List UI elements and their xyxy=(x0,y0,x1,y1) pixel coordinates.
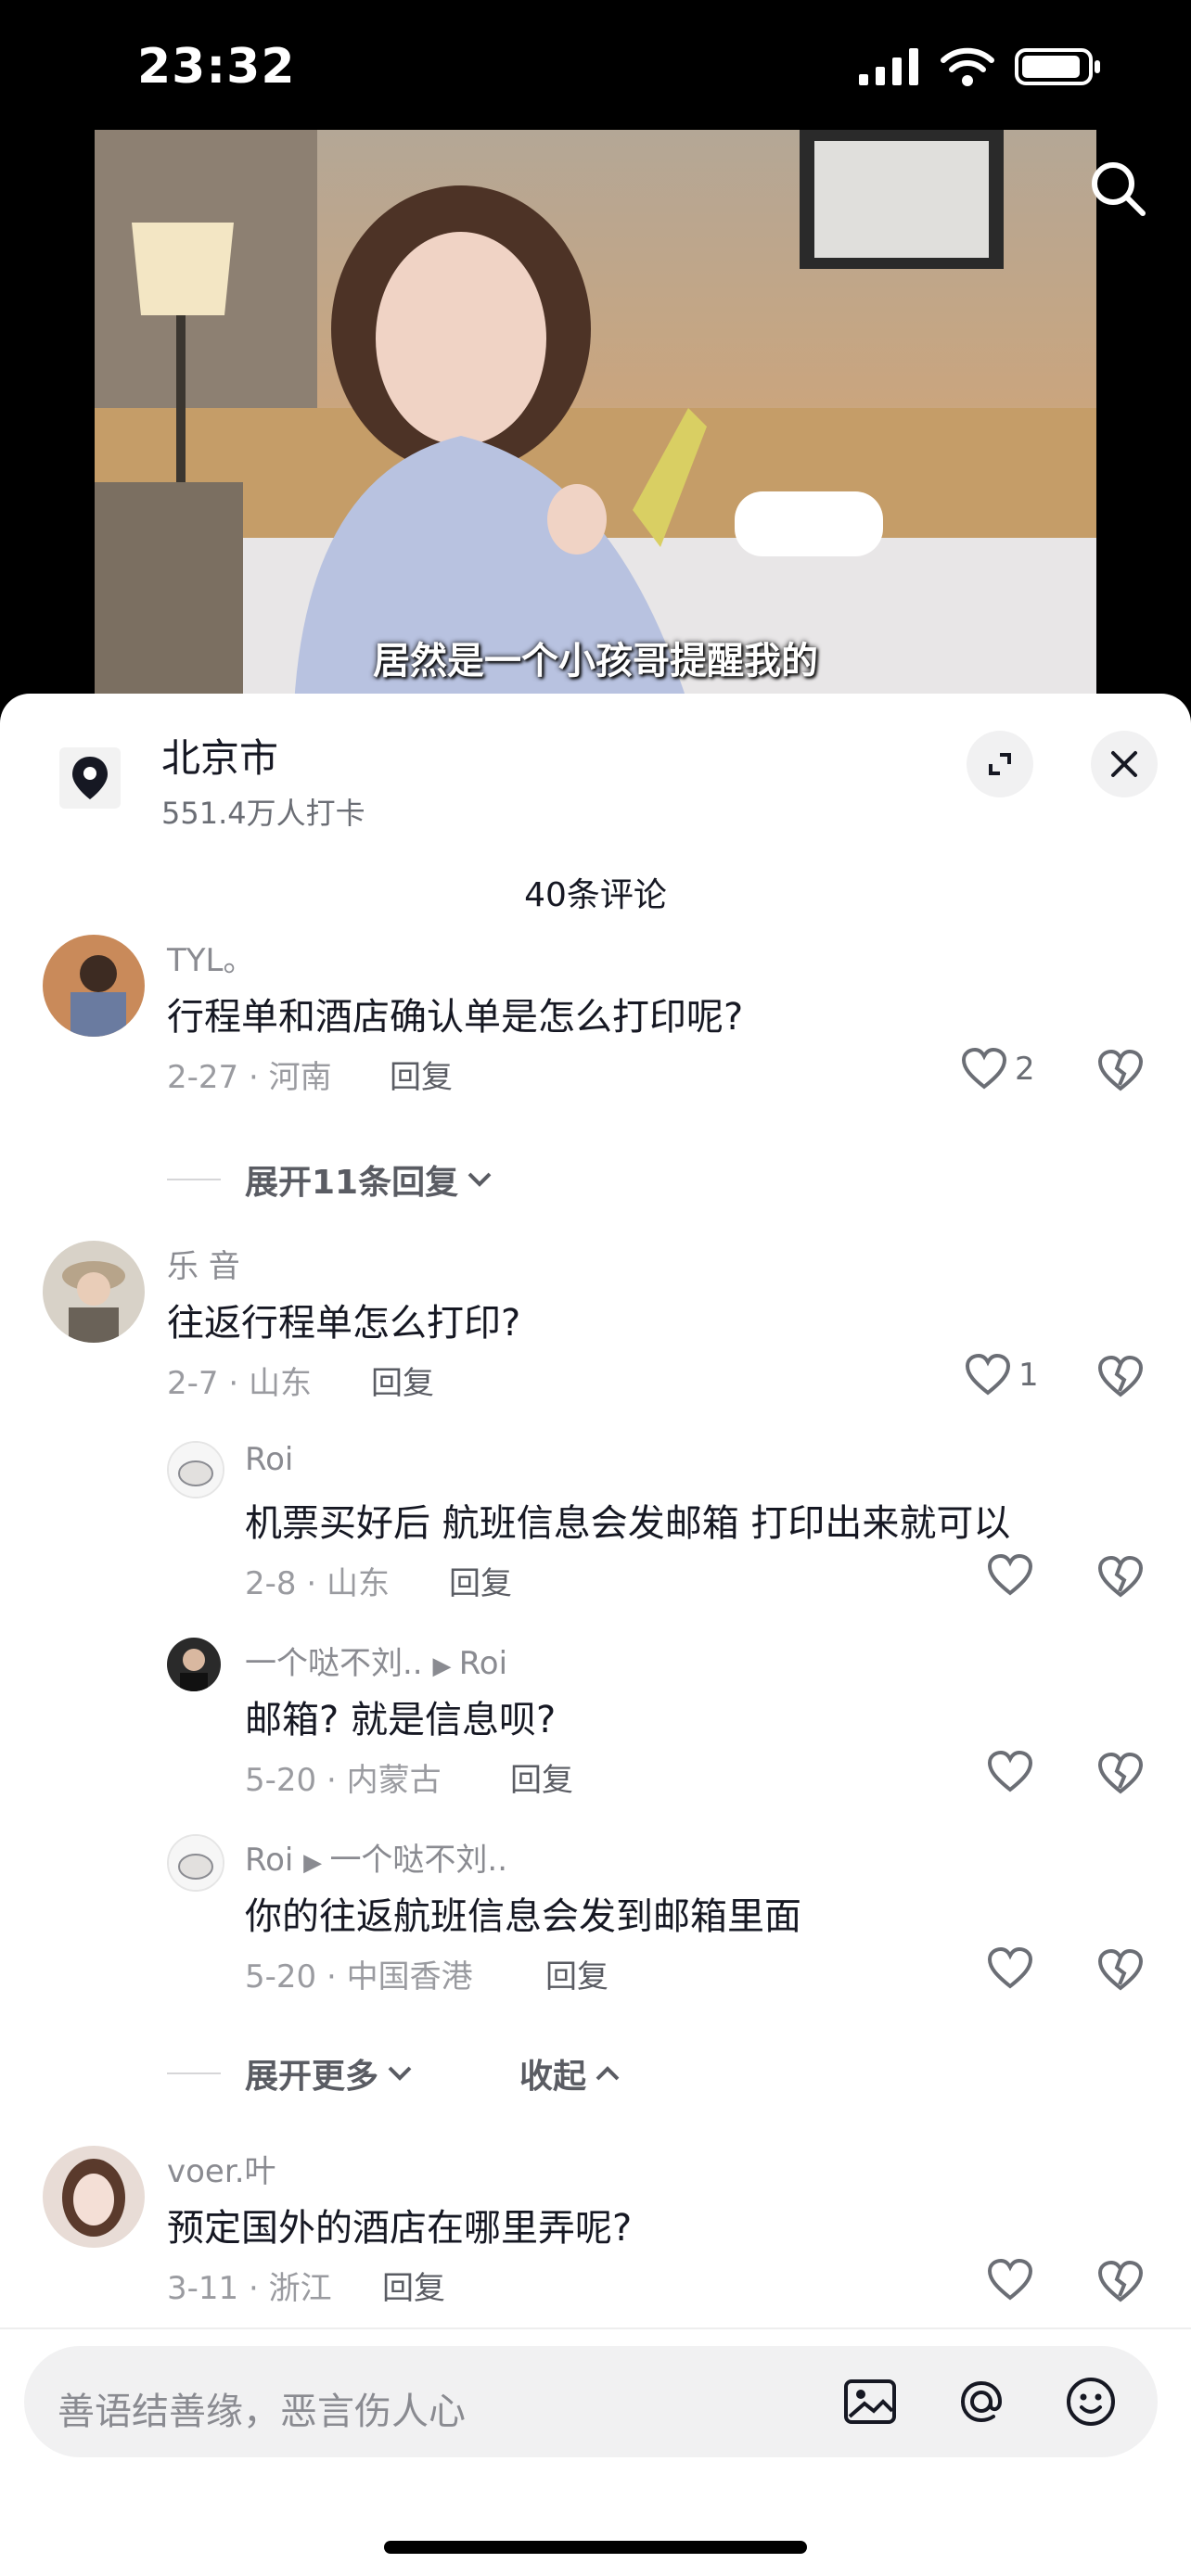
emoji-icon[interactable] xyxy=(1061,2372,1121,2431)
comment-username[interactable]: 一个哒不刘.. ▶ Roi xyxy=(245,1638,507,1683)
avatar[interactable] xyxy=(167,1441,224,1498)
expand-icon[interactable] xyxy=(967,731,1033,797)
divider xyxy=(167,1179,221,1180)
expand-more-button[interactable]: 展开更多 xyxy=(167,2049,414,2098)
reply-button[interactable]: 回复 xyxy=(449,1558,512,1603)
video-scene-image xyxy=(95,130,1096,705)
image-icon[interactable] xyxy=(840,2372,900,2431)
close-icon[interactable] xyxy=(1091,731,1158,797)
like-button[interactable] xyxy=(987,1554,1033,1597)
reply-target: Roi xyxy=(458,1645,508,1682)
reply-button[interactable]: 回复 xyxy=(382,2263,445,2308)
location-checkins: 551.4万人打卡 xyxy=(161,796,365,831)
broken-heart-icon[interactable] xyxy=(1096,1751,1145,1799)
avatar[interactable] xyxy=(43,935,145,1037)
broken-heart-icon[interactable] xyxy=(1096,1354,1145,1402)
reply-author: 一个哒不刘.. xyxy=(245,1645,423,1682)
comment-meta: 2-7 · 山东 xyxy=(167,1365,312,1402)
comment-text: 行程单和酒店确认单是怎么打印呢? xyxy=(167,996,744,1039)
expand-replies-label: 展开11条回复 xyxy=(245,1164,459,1202)
comment-meta: 2-27 · 河南 xyxy=(167,1059,332,1096)
at-mention-icon[interactable] xyxy=(952,2372,1011,2431)
comment-input[interactable]: 善语结善缘，恶言伤人心 xyxy=(24,2346,1158,2457)
comment-input-placeholder: 善语结善缘，恶言伤人心 xyxy=(58,2391,466,2433)
comment-text: 预定国外的酒店在哪里弄呢? xyxy=(167,2207,633,2250)
comment-username[interactable]: 乐 音 xyxy=(167,1241,240,1286)
reply-button[interactable]: 回复 xyxy=(545,1951,608,1996)
reply-arrow-icon: ▶ xyxy=(432,1652,459,1680)
video-frame[interactable] xyxy=(95,130,1096,705)
divider xyxy=(167,2072,221,2074)
comment-text: 你的往返航班信息会发到邮箱里面 xyxy=(245,1895,801,1938)
wifi-icon xyxy=(941,47,994,86)
heart-icon xyxy=(987,1554,1033,1596)
battery-icon xyxy=(1015,48,1100,85)
heart-icon xyxy=(965,1354,1011,1396)
reply-button[interactable]: 回复 xyxy=(510,1754,573,1800)
signal-icon xyxy=(859,48,918,85)
avatar[interactable] xyxy=(167,1638,221,1691)
heart-icon xyxy=(987,2259,1033,2301)
status-bar: 23:32 xyxy=(0,0,1191,130)
like-button[interactable] xyxy=(987,1947,1033,1990)
comment-username[interactable]: Roi ▶ 一个哒不刘.. xyxy=(245,1834,507,1880)
reply-button[interactable]: 回复 xyxy=(371,1358,434,1403)
expand-more-label: 展开更多 xyxy=(245,2058,379,2096)
comment-meta: 2-8 · 山东 xyxy=(245,1565,390,1602)
like-button[interactable]: 1 xyxy=(965,1354,1039,1396)
home-indicator[interactable] xyxy=(384,2541,807,2554)
like-button[interactable] xyxy=(987,2259,1033,2302)
broken-heart-icon[interactable] xyxy=(1096,1947,1145,1996)
expand-replies-button[interactable]: 展开11条回复 xyxy=(167,1155,493,1204)
comment-meta: 5-20 · 中国香港 xyxy=(245,1958,473,1996)
comment-text: 邮箱? 就是信息呗? xyxy=(245,1699,557,1741)
like-button[interactable]: 2 xyxy=(961,1048,1035,1090)
collapse-button[interactable]: 收起 xyxy=(519,2049,621,2098)
comment-text: 往返行程单怎么打印? xyxy=(167,1302,521,1345)
status-icons xyxy=(859,46,1102,87)
comment-text: 机票买好后 航班信息会发邮箱 打印出来就可以 xyxy=(245,1502,1011,1545)
heart-icon xyxy=(987,1947,1033,1989)
location-title[interactable]: 北京市 xyxy=(161,727,278,784)
chevron-down-icon xyxy=(467,1172,492,1187)
like-count: 2 xyxy=(1015,1051,1035,1088)
reply-author: Roi xyxy=(245,1842,294,1879)
comment-meta: 5-20 · 内蒙古 xyxy=(245,1762,442,1799)
comment-meta: 3-11 · 浙江 xyxy=(167,2270,332,2307)
comments-sheet: 北京市 551.4万人打卡 40条评论 TYL。 行程单和酒店确认单是怎么打印呢… xyxy=(0,694,1191,2576)
comment-username[interactable]: Roi xyxy=(245,1441,293,1478)
input-divider xyxy=(0,2327,1191,2329)
avatar[interactable] xyxy=(43,1241,145,1343)
chevron-down-icon xyxy=(388,2066,412,2081)
status-time: 23:32 xyxy=(137,39,296,95)
reply-button[interactable]: 回复 xyxy=(390,1052,453,1097)
comment-username[interactable]: voer.叶 xyxy=(167,2146,276,2191)
video-subtitle: 居然是一个小孩哥提醒我的 xyxy=(373,640,818,682)
avatar[interactable] xyxy=(167,1834,224,1892)
reply-arrow-icon: ▶ xyxy=(303,1849,330,1877)
broken-heart-icon[interactable] xyxy=(1096,2259,1145,2307)
comments-count: 40条评论 xyxy=(524,876,667,914)
heart-icon xyxy=(987,1751,1033,1792)
like-count: 1 xyxy=(1018,1357,1039,1394)
collapse-label: 收起 xyxy=(519,2058,587,2096)
avatar[interactable] xyxy=(43,2146,145,2248)
comment-username[interactable]: TYL。 xyxy=(167,935,254,980)
chevron-up-icon xyxy=(596,2066,620,2081)
location-pin-icon xyxy=(59,747,121,809)
search-icon[interactable] xyxy=(1085,156,1150,221)
broken-heart-icon[interactable] xyxy=(1096,1554,1145,1602)
broken-heart-icon[interactable] xyxy=(1096,1048,1145,1096)
reply-target: 一个哒不刘.. xyxy=(329,1842,508,1879)
like-button[interactable] xyxy=(987,1751,1033,1793)
heart-icon xyxy=(961,1048,1007,1090)
